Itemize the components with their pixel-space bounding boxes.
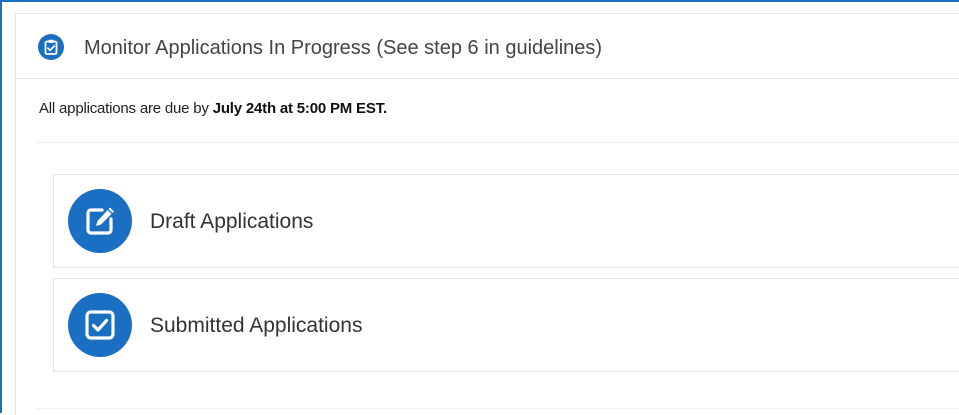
submitted-applications-card[interactable]: Submitted Applications [53,278,959,372]
draft-applications-card[interactable]: Draft Applications [53,174,959,268]
due-date-notice: All applications are due by July 24th at… [39,100,387,117]
due-date-prefix: All applications are due by [39,100,213,117]
clipboard-check-icon [38,34,64,60]
edit-icon [68,189,132,253]
draft-applications-label: Draft Applications [150,210,314,233]
due-date-deadline: July 24th at 5:00 PM EST. [212,100,387,117]
section-divider [36,142,959,143]
monitor-applications-panel: Monitor Applications In Progress (See st… [15,13,959,415]
window-frame: Monitor Applications In Progress (See st… [0,0,959,415]
panel-header: Monitor Applications In Progress (See st… [16,14,959,79]
bottom-divider [36,408,959,409]
checkbox-checked-icon [68,293,132,357]
panel-title: Monitor Applications In Progress (See st… [84,37,603,59]
submitted-applications-label: Submitted Applications [150,314,363,337]
